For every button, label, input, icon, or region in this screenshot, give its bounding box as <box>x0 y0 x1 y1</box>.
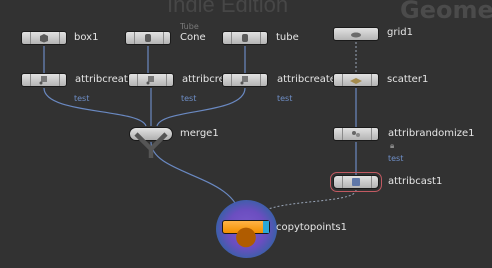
node-label-copytopoints1: copytopoints1 <box>276 222 347 233</box>
node-tube[interactable] <box>222 31 268 45</box>
display-flag[interactable] <box>263 221 269 233</box>
node-label-attribrandomize1: attribrandomize1 <box>388 128 475 139</box>
node-attribcast1[interactable] <box>330 172 382 192</box>
attribcreate-icon <box>146 76 154 85</box>
attribrandomize-icon <box>352 131 360 137</box>
node-attribrandomize1[interactable] <box>333 127 379 141</box>
node-label-tube: tube <box>276 32 299 43</box>
attribcreate-icon <box>240 76 248 85</box>
node-scatter1[interactable] <box>333 73 379 87</box>
box-icon <box>40 34 48 43</box>
node-sub-attribcreate-c: test <box>277 94 293 103</box>
node-label-scatter1: scatter1 <box>387 74 429 85</box>
node-label-grid1: grid1 <box>387 27 413 38</box>
scatter-icon <box>350 78 362 84</box>
node-comment-cone: Tube <box>180 22 199 31</box>
wire <box>156 87 246 127</box>
node-label-attribcreate-c: attribcreate <box>277 74 336 85</box>
network-editor-canvas[interactable]: Indie Edition Geome box1 Tube Cone tube … <box>0 0 492 268</box>
tube-icon <box>242 34 248 42</box>
merge-icon <box>134 132 168 158</box>
cone-icon <box>145 34 151 42</box>
node-copytopoints1[interactable] <box>222 220 270 248</box>
grid-icon <box>351 32 361 38</box>
attribcast-icon <box>352 178 360 186</box>
node-grid1[interactable] <box>333 27 379 41</box>
attribcreate-icon <box>39 76 47 85</box>
node-sub-attribcreate-a: test <box>74 94 90 103</box>
lock-icon: 🔒︎ <box>390 141 395 150</box>
node-attribcreate-c[interactable] <box>222 73 268 87</box>
node-attribcreate-a[interactable] <box>21 73 67 87</box>
node-sub-attribcreate-b: test <box>181 94 197 103</box>
node-label-merge1: merge1 <box>180 128 219 139</box>
node-attribcreate-b[interactable] <box>128 73 174 87</box>
node-sub-attribrandomize1: test <box>388 154 404 163</box>
node-label-attribcreate-b: attribcre <box>182 74 225 85</box>
wire <box>43 87 147 127</box>
node-label-cone: Cone <box>180 32 206 43</box>
node-label-attribcast1: attribcast1 <box>388 176 443 187</box>
node-box1[interactable] <box>21 31 67 45</box>
node-label-attribcreate-a: attribcreat <box>75 74 128 85</box>
node-cone[interactable] <box>125 31 171 45</box>
node-label-box1: box1 <box>74 32 99 43</box>
node-merge1[interactable] <box>129 127 173 158</box>
